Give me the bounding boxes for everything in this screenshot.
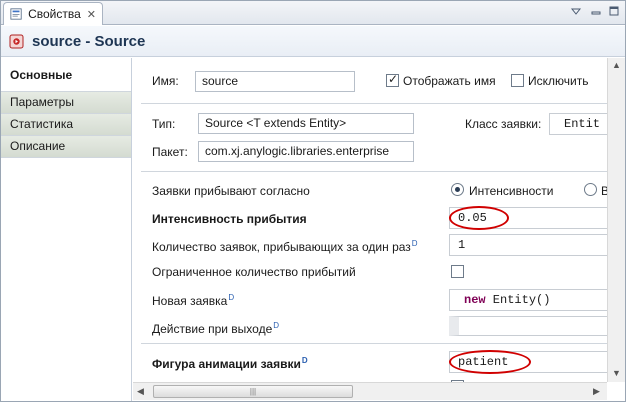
on-exit-label-text: Действие при выходе	[152, 322, 273, 336]
show-name-checkbox[interactable]	[386, 72, 399, 87]
entity-shape-label: Фигура анимации заявкиD	[152, 356, 308, 371]
page-title: source - Source	[32, 32, 146, 50]
exclude-checkbox[interactable]	[511, 74, 524, 87]
element-title-bar: source - Source	[1, 26, 625, 57]
radio-intensity[interactable]	[451, 183, 464, 196]
scroll-up-icon[interactable]: ▲	[612, 60, 621, 70]
dynamic-marker: D	[228, 293, 235, 302]
per-arrival-label-text: Количество заявок, прибывающих за один р…	[152, 240, 411, 254]
sidebar: Основные Параметры Статистика Описание	[1, 58, 132, 401]
sidebar-item-general[interactable]: Основные	[1, 58, 131, 92]
dynamic-marker: D	[273, 321, 280, 330]
limited-arrivals-label: Ограниченное количество прибытий	[152, 265, 356, 279]
properties-panel: Имя: source Отображать имя Исключить Тип…	[133, 58, 607, 382]
scroll-right-icon[interactable]: ▶	[593, 386, 600, 397]
new-keyword: new	[464, 293, 486, 307]
scroll-down-icon[interactable]: ▼	[612, 368, 621, 378]
new-entity-expression: Entity()	[485, 293, 551, 307]
vertical-scrollbar[interactable]: ▲ ▼	[607, 58, 625, 382]
entity-shape-label-text: Фигура анимации заявки	[152, 357, 301, 371]
scroll-thumb[interactable]: |||	[153, 385, 353, 398]
on-exit-field[interactable]	[449, 316, 607, 336]
tab-properties[interactable]: Свойства ✕	[3, 2, 103, 25]
limited-arrivals-checkbox[interactable]	[451, 265, 464, 278]
name-field[interactable]: source	[195, 71, 355, 92]
arrival-rate-label: Интенсивность прибытия	[152, 212, 307, 226]
close-icon[interactable]: ✕	[87, 8, 96, 21]
show-name-label: Отображать имя	[403, 74, 496, 88]
new-entity-label: Новая заявкаD	[152, 293, 234, 308]
per-arrival-label: Количество заявок, прибывающих за один р…	[152, 239, 418, 254]
source-block-icon	[9, 34, 24, 48]
type-field[interactable]: Source <T extends Entity>	[198, 113, 414, 134]
radio-intensity-label: Интенсивности	[469, 184, 554, 198]
separator	[141, 171, 607, 172]
sidebar-item-parameters[interactable]: Параметры	[1, 92, 131, 114]
new-entity-label-text: Новая заявка	[152, 294, 228, 308]
highlight-oval	[449, 206, 509, 230]
package-label: Пакет:	[152, 145, 188, 159]
separator	[141, 343, 607, 344]
tab-label: Свойства	[28, 7, 81, 21]
properties-icon	[10, 8, 22, 20]
entity-class-field[interactable]: Entit	[549, 113, 607, 135]
package-field[interactable]: com.xj.anylogic.libraries.enterprise	[198, 141, 414, 162]
view-tab-strip: Свойства ✕	[1, 1, 625, 25]
sidebar-item-description[interactable]: Описание	[1, 136, 131, 158]
dynamic-marker: D	[411, 239, 418, 248]
per-arrival-field[interactable]: 1	[449, 234, 607, 256]
view-menu-icon[interactable]	[569, 5, 583, 19]
maximize-icon[interactable]	[607, 5, 621, 19]
entity-class-label: Класс заявки:	[465, 117, 542, 131]
dynamic-marker: D	[301, 356, 308, 365]
exclude-label: Исключить	[528, 74, 589, 88]
name-label: Имя:	[152, 74, 179, 88]
radio-second-option[interactable]	[584, 183, 597, 196]
new-entity-field[interactable]: new Entity()	[449, 289, 607, 311]
scroll-left-icon[interactable]: ◀	[137, 386, 144, 397]
properties-view: Свойства ✕ source - Source Основные Пара…	[0, 0, 626, 402]
separator	[141, 103, 607, 104]
type-label: Тип:	[152, 117, 176, 131]
sidebar-item-statistics[interactable]: Статистика	[1, 114, 131, 136]
minimize-icon[interactable]	[589, 5, 603, 19]
highlight-oval	[449, 350, 531, 374]
on-exit-label: Действие при выходеD	[152, 321, 279, 336]
arrival-mode-label: Заявки прибывают согласно	[152, 184, 310, 198]
horizontal-scrollbar[interactable]: ◀ ||| ▶	[133, 382, 607, 400]
